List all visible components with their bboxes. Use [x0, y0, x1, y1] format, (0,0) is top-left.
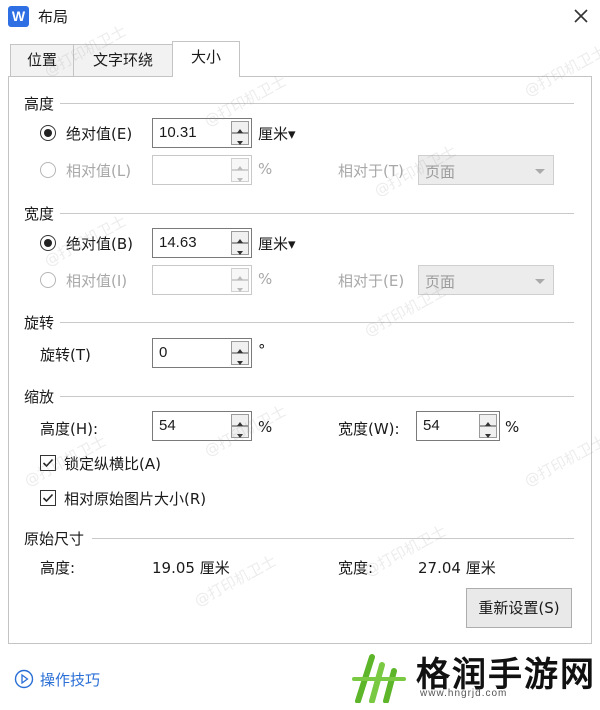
- height-unit-dropdown[interactable]: 厘米▾: [258, 123, 296, 144]
- original-size-section-title: 原始尺寸: [24, 528, 89, 549]
- scale-width-unit: %: [505, 418, 520, 436]
- width-unit-dropdown[interactable]: 厘米▾: [258, 233, 296, 254]
- app-icon: W: [8, 6, 29, 27]
- width-relative-label: 相对值(I): [66, 272, 128, 290]
- scale-height-input[interactable]: 54: [152, 411, 252, 441]
- window-title: 布局: [38, 8, 69, 26]
- width-relative-to-select[interactable]: 页面: [418, 265, 554, 295]
- brand-url: www.hngrjd.com: [420, 688, 508, 699]
- chevron-down-icon: [535, 279, 545, 284]
- tab-position[interactable]: 位置: [10, 44, 74, 76]
- spin-up-button[interactable]: [231, 414, 249, 426]
- scale-height-label: 高度(H):: [40, 420, 99, 438]
- spin-down-button[interactable]: [231, 426, 249, 438]
- width-relative-unit: %: [258, 270, 273, 288]
- width-relative-to-label: 相对于(E): [338, 272, 405, 290]
- height-absolute-value: 10.31: [159, 124, 197, 141]
- rotation-unit: °: [258, 341, 266, 359]
- divider: [60, 213, 574, 214]
- caret-down-icon: [237, 178, 243, 182]
- brand-logo-icon: [352, 654, 406, 703]
- height-absolute-input[interactable]: 10.31: [152, 118, 252, 148]
- width-relative-radio[interactable]: [40, 272, 56, 288]
- tab-size[interactable]: 大小: [172, 41, 240, 77]
- rotation-label: 旋转(T): [40, 346, 91, 364]
- spin-up-button[interactable]: [231, 231, 249, 243]
- spin-down-button[interactable]: [479, 426, 497, 438]
- spin-down-button[interactable]: [231, 133, 249, 145]
- height-absolute-label: 绝对值(E): [66, 125, 133, 143]
- original-width-value: 27.04 厘米: [418, 559, 496, 577]
- play-circle-icon: [14, 669, 34, 689]
- height-relative-to-value: 页面: [425, 163, 456, 181]
- scale-width-value: 54: [423, 417, 440, 434]
- spin-up-button[interactable]: [231, 158, 249, 170]
- caret-down-icon: [237, 361, 243, 365]
- checkmark-icon: [42, 458, 54, 468]
- width-relative-input[interactable]: [152, 265, 252, 295]
- spin-up-button[interactable]: [231, 121, 249, 133]
- width-section-title: 宽度: [24, 203, 59, 224]
- scale-width-input[interactable]: 54: [416, 411, 500, 441]
- scale-height-value: 54: [159, 417, 176, 434]
- rotation-input[interactable]: 0: [152, 338, 252, 368]
- spin-down-button[interactable]: [231, 170, 249, 182]
- height-relative-unit: %: [258, 160, 273, 178]
- original-height-value: 19.05 厘米: [152, 559, 230, 577]
- original-width-label: 宽度:: [338, 559, 374, 577]
- divider: [92, 538, 574, 539]
- spin-down-button[interactable]: [231, 353, 249, 365]
- original-height-label: 高度:: [40, 559, 76, 577]
- width-absolute-value: 14.63: [159, 234, 197, 251]
- lock-aspect-label: 锁定纵横比(A): [64, 455, 161, 473]
- help-tips-link[interactable]: 操作技巧: [40, 669, 100, 690]
- reset-button[interactable]: 重新设置(S): [466, 588, 572, 628]
- scale-section-title: 缩放: [24, 386, 59, 407]
- spin-up-button[interactable]: [231, 341, 249, 353]
- rotation-section-title: 旋转: [24, 312, 59, 333]
- height-section-title: 高度: [24, 93, 59, 114]
- divider: [60, 322, 574, 323]
- spin-down-button[interactable]: [231, 243, 249, 255]
- spin-down-button[interactable]: [231, 280, 249, 292]
- caret-down-icon: [237, 141, 243, 145]
- width-absolute-radio[interactable]: [40, 235, 56, 251]
- height-relative-label: 相对值(L): [66, 162, 132, 180]
- height-relative-to-select[interactable]: 页面: [418, 155, 554, 185]
- close-icon: [574, 9, 588, 23]
- caret-down-icon: [485, 434, 491, 438]
- spin-up-button[interactable]: [479, 414, 497, 426]
- divider: [60, 396, 574, 397]
- spin-up-button[interactable]: [231, 268, 249, 280]
- caret-down-icon: [237, 251, 243, 255]
- lock-aspect-checkbox[interactable]: [40, 455, 56, 471]
- scale-height-unit: %: [258, 418, 273, 436]
- close-button[interactable]: [568, 3, 594, 29]
- tab-text-wrap[interactable]: 文字环绕: [73, 44, 173, 76]
- checkmark-icon: [42, 493, 54, 503]
- divider: [60, 103, 574, 104]
- width-absolute-input[interactable]: 14.63: [152, 228, 252, 258]
- width-absolute-label: 绝对值(B): [66, 235, 133, 253]
- rotation-value: 0: [159, 344, 168, 361]
- scale-width-label: 宽度(W):: [338, 420, 400, 438]
- title-bar: W 布局: [0, 0, 600, 34]
- height-relative-to-label: 相对于(T): [338, 162, 404, 180]
- help-tips-link-icon[interactable]: [14, 669, 34, 689]
- caret-down-icon: [237, 288, 243, 292]
- width-relative-to-value: 页面: [425, 273, 456, 291]
- height-relative-input[interactable]: [152, 155, 252, 185]
- relative-original-checkbox[interactable]: [40, 490, 56, 506]
- caret-down-icon: [237, 434, 243, 438]
- height-relative-radio[interactable]: [40, 162, 56, 178]
- height-absolute-radio[interactable]: [40, 125, 56, 141]
- relative-original-label: 相对原始图片大小(R): [64, 490, 207, 508]
- chevron-down-icon: [535, 169, 545, 174]
